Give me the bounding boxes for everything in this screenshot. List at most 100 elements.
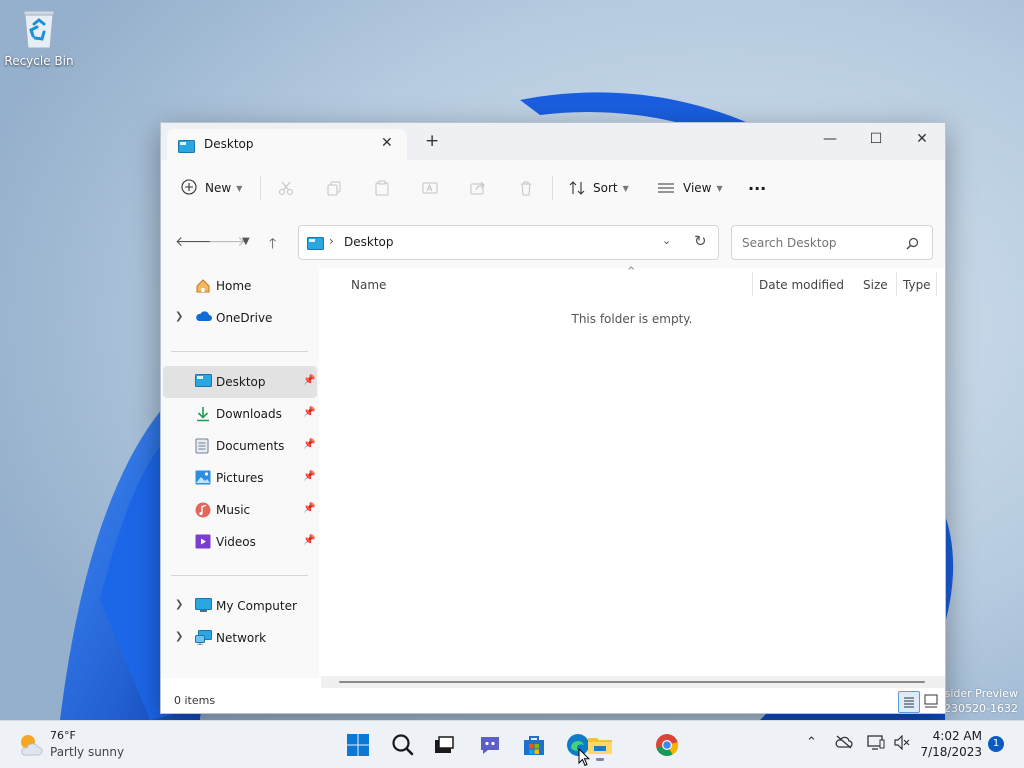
horizontal-scrollbar[interactable] bbox=[321, 676, 945, 688]
search-icon bbox=[906, 235, 919, 254]
command-bar: New ▼ Sort ▼ View ▼ ··· bbox=[161, 160, 945, 217]
search-box[interactable] bbox=[731, 225, 933, 260]
address-dropdown-button[interactable]: ⌄ bbox=[662, 234, 671, 247]
microsoft-store-button[interactable] bbox=[520, 731, 548, 759]
download-icon bbox=[195, 406, 211, 425]
new-tab-button[interactable]: + bbox=[425, 133, 439, 150]
up-button[interactable]: 🡑 bbox=[269, 233, 276, 257]
expand-chevron-icon[interactable]: ❯ bbox=[175, 599, 183, 610]
minimize-button[interactable]: — bbox=[807, 127, 853, 151]
search-input[interactable] bbox=[740, 232, 904, 254]
volume-muted-icon[interactable] bbox=[893, 734, 911, 754]
scrollbar-thumb[interactable] bbox=[339, 681, 925, 683]
column-header-date-modified[interactable]: Date modified bbox=[759, 278, 844, 292]
recycle-bin-icon bbox=[21, 8, 57, 50]
large-icons-view-button[interactable] bbox=[921, 691, 941, 711]
desktop-folder-icon bbox=[307, 235, 324, 254]
nav-item-network[interactable]: ❯ Network bbox=[163, 622, 317, 654]
column-divider[interactable] bbox=[936, 272, 937, 296]
clock-date: 7/18/2023 bbox=[920, 745, 982, 759]
share-button[interactable] bbox=[470, 174, 486, 202]
paste-icon bbox=[375, 180, 389, 196]
chat-button[interactable] bbox=[476, 731, 504, 759]
search-taskbar-button[interactable] bbox=[389, 731, 417, 759]
refresh-button[interactable]: ↻ bbox=[694, 232, 707, 250]
breadcrumb-desktop[interactable]: Desktop bbox=[344, 235, 394, 249]
copy-button[interactable] bbox=[326, 174, 342, 202]
network-icon bbox=[195, 630, 212, 648]
nav-item-videos[interactable]: Videos 📌 bbox=[163, 526, 317, 558]
nav-item-downloads[interactable]: Downloads 📌 bbox=[163, 398, 317, 430]
column-header-type[interactable]: Type bbox=[903, 278, 931, 292]
show-hidden-icons-button[interactable]: ⌃ bbox=[806, 735, 817, 750]
share-icon bbox=[470, 181, 485, 195]
file-list-view[interactable]: ^ Name Date modified Type This folder is… bbox=[319, 266, 945, 678]
mouse-cursor-icon bbox=[578, 748, 590, 767]
build-watermark: nsider Preview e.230520-1632 bbox=[933, 687, 1018, 715]
onedrive-offline-icon[interactable] bbox=[835, 735, 853, 753]
recycle-bin-label: Recycle Bin bbox=[4, 54, 74, 68]
copy-icon bbox=[327, 181, 341, 196]
chrome-button[interactable] bbox=[653, 731, 681, 759]
column-header-name[interactable]: Name bbox=[351, 278, 386, 292]
nav-item-desktop[interactable]: Desktop 📌 bbox=[163, 366, 317, 398]
chevron-down-icon: ▼ bbox=[236, 183, 243, 193]
view-button[interactable]: View ▼ bbox=[657, 174, 723, 202]
expand-chevron-icon[interactable]: ❯ bbox=[175, 631, 183, 642]
display-icon[interactable] bbox=[867, 735, 885, 754]
back-button[interactable]: 🡐 bbox=[175, 233, 213, 250]
chevron-down-icon: ▼ bbox=[622, 183, 629, 193]
home-icon bbox=[195, 278, 211, 297]
delete-button[interactable] bbox=[518, 174, 534, 202]
address-row: 🡐 🡒 ▼ 🡑 › Desktop ⌄ ↻ bbox=[161, 216, 945, 268]
sort-ascending-icon: ^ bbox=[627, 266, 636, 277]
recycle-bin[interactable]: Recycle Bin bbox=[4, 8, 74, 68]
expand-chevron-icon[interactable]: ❯ bbox=[175, 311, 183, 322]
nav-item-my-computer[interactable]: ❯ My Computer bbox=[163, 590, 317, 622]
sort-icon bbox=[569, 181, 585, 195]
close-window-button[interactable]: ✕ bbox=[899, 127, 945, 151]
rename-button[interactable] bbox=[422, 174, 438, 202]
pin-icon: 📌 bbox=[303, 535, 316, 546]
notification-badge[interactable]: 1 bbox=[988, 736, 1004, 752]
column-header-size[interactable]: Size bbox=[863, 278, 888, 292]
new-button[interactable]: New ▼ bbox=[181, 174, 242, 202]
desktop-folder-icon bbox=[195, 374, 212, 390]
more-options-button[interactable]: ··· bbox=[748, 174, 766, 202]
computer-icon bbox=[195, 598, 212, 616]
close-tab-button[interactable]: ✕ bbox=[381, 135, 393, 151]
sort-button[interactable]: Sort ▼ bbox=[569, 174, 629, 202]
nav-item-pictures[interactable]: Pictures 📌 bbox=[163, 462, 317, 494]
breadcrumb-chevron-icon[interactable]: › bbox=[329, 234, 334, 248]
task-view-icon bbox=[435, 736, 454, 753]
clock[interactable]: 4:02 AM 7/18/2023 bbox=[918, 728, 982, 760]
details-view-button[interactable] bbox=[898, 691, 920, 713]
nav-item-onedrive[interactable]: ❯ OneDrive bbox=[163, 302, 317, 334]
file-explorer-taskbar-button[interactable] bbox=[586, 731, 614, 761]
address-bar[interactable]: › Desktop ⌄ ↻ bbox=[298, 225, 719, 260]
new-label: New bbox=[205, 181, 232, 195]
nav-item-music[interactable]: Music 📌 bbox=[163, 494, 317, 526]
partly-sunny-icon bbox=[21, 735, 43, 756]
start-button[interactable] bbox=[344, 731, 372, 759]
nav-item-home[interactable]: Home bbox=[163, 270, 317, 302]
onedrive-cloud-icon bbox=[195, 310, 212, 325]
pin-icon: 📌 bbox=[303, 407, 316, 418]
view-list-icon bbox=[658, 183, 674, 193]
large-icons-view-icon bbox=[924, 694, 938, 708]
chrome-icon bbox=[656, 734, 679, 756]
chevron-down-icon: ▼ bbox=[716, 183, 723, 193]
file-explorer-window: Desktop ✕ + — ☐ ✕ New ▼ Sort ▼ View ▼ ··… bbox=[160, 122, 946, 714]
recent-locations-button[interactable]: ▼ bbox=[242, 236, 250, 247]
task-view-button[interactable] bbox=[430, 731, 458, 759]
cut-button[interactable] bbox=[278, 174, 294, 202]
nav-item-documents[interactable]: Documents 📌 bbox=[163, 430, 317, 462]
column-divider[interactable] bbox=[752, 272, 753, 296]
forward-button[interactable]: 🡒 bbox=[208, 233, 246, 250]
music-icon bbox=[195, 502, 211, 521]
maximize-button[interactable]: ☐ bbox=[853, 127, 899, 151]
tab-desktop[interactable]: Desktop ✕ bbox=[167, 129, 407, 160]
paste-button[interactable] bbox=[374, 174, 390, 202]
column-divider[interactable] bbox=[896, 272, 897, 296]
title-bar[interactable]: Desktop ✕ + — ☐ ✕ bbox=[161, 123, 945, 160]
